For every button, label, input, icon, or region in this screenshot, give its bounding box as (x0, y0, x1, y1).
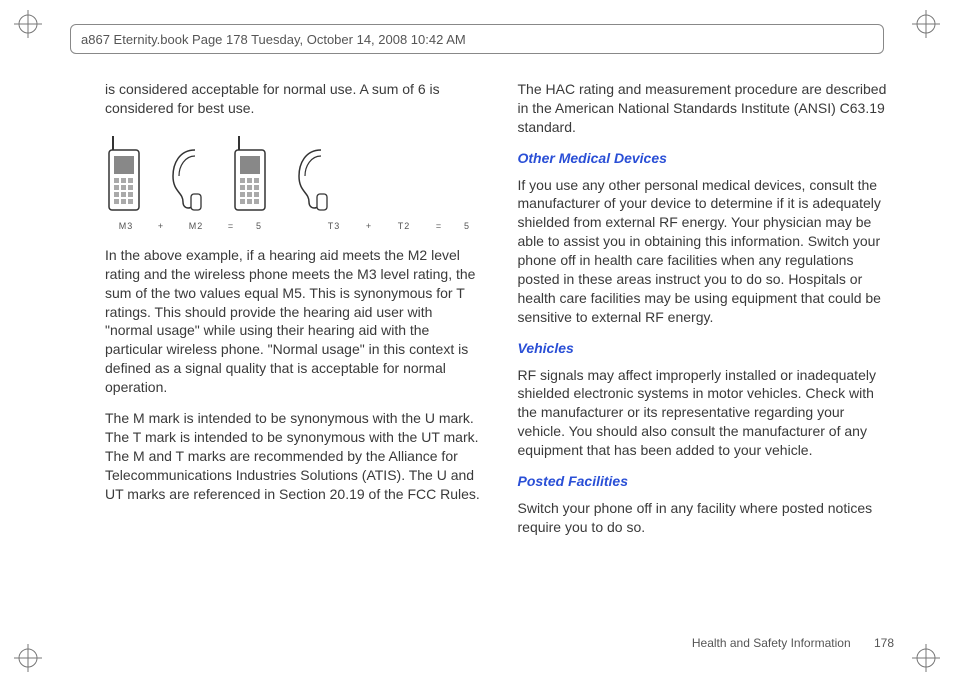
heading-vehicles: Vehicles (518, 339, 895, 358)
crop-mark-icon (912, 644, 940, 672)
page-header-bar: a867 Eternity.book Page 178 Tuesday, Oct… (70, 24, 884, 54)
content-columns: is considered acceptable for normal use.… (105, 80, 894, 622)
hearing-aid-icon (165, 144, 207, 214)
right-para-3: RF signals may affect improperly install… (518, 366, 895, 460)
eq-plus: + (355, 220, 383, 232)
crop-mark-icon (14, 10, 42, 38)
page-footer: Health and Safety Information 178 (692, 636, 894, 650)
phone-icon (231, 136, 273, 214)
eq-equals: = (217, 220, 245, 232)
header-text: a867 Eternity.book Page 178 Tuesday, Oct… (81, 32, 466, 47)
left-para-2: In the above example, if a hearing aid m… (105, 246, 482, 397)
heading-posted-facilities: Posted Facilities (518, 472, 895, 491)
right-column: The HAC rating and measurement procedure… (518, 80, 895, 622)
eq-t-sum: 5 (453, 220, 481, 232)
diagram-equation-row: M3 + M2 = 5 T3 + T2 = 5 (105, 220, 482, 232)
diagram-pair-t (231, 136, 333, 214)
eq-m-sum: 5 (245, 220, 273, 232)
right-para-4: Switch your phone off in any facility wh… (518, 499, 895, 537)
eq-equals: = (425, 220, 453, 232)
hearing-aid-icon (291, 144, 333, 214)
left-intro: is considered acceptable for normal use.… (105, 80, 482, 118)
phone-icon (105, 136, 147, 214)
crop-mark-icon (14, 644, 42, 672)
eq-t-phone: T3 (313, 220, 355, 232)
eq-m-phone: M3 (105, 220, 147, 232)
left-column: is considered acceptable for normal use.… (105, 80, 482, 622)
crop-mark-icon (912, 10, 940, 38)
heading-other-medical: Other Medical Devices (518, 149, 895, 168)
eq-m-aid: M2 (175, 220, 217, 232)
left-para-3: The M mark is intended to be synonymous … (105, 409, 482, 503)
hac-diagram: M3 + M2 = 5 T3 + T2 = 5 (105, 136, 482, 232)
footer-section: Health and Safety Information (692, 636, 851, 650)
eq-t-aid: T2 (383, 220, 425, 232)
eq-plus: + (147, 220, 175, 232)
footer-page-number: 178 (874, 636, 894, 650)
diagram-pair-m (105, 136, 207, 214)
right-para-2: If you use any other personal medical de… (518, 176, 895, 327)
right-para-1: The HAC rating and measurement procedure… (518, 80, 895, 137)
